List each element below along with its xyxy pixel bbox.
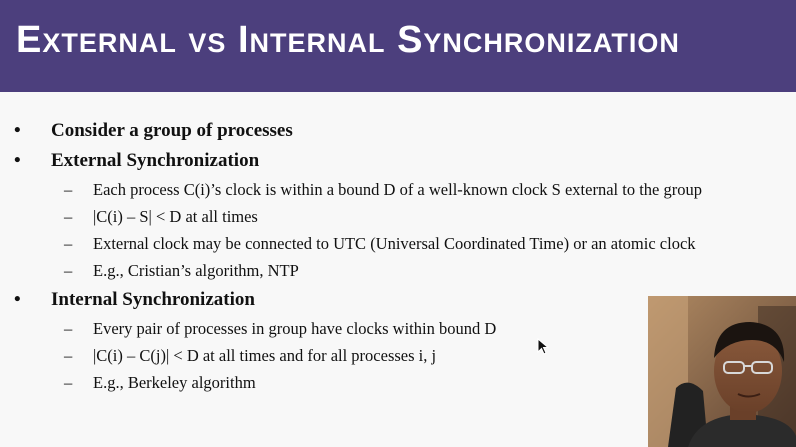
dash-marker: – [64,234,73,253]
slide: External vs Internal Synchronization • C… [0,0,796,447]
dash-marker: – [64,373,73,392]
presenter-image [648,296,796,447]
dash-marker: – [64,180,73,199]
dash-marker: – [64,207,73,226]
sub-item-text: |C(i) – S| < D at all times [93,207,258,226]
bullet-text: Internal Synchronization [51,289,255,310]
dash-marker: – [64,261,73,280]
dash-marker: – [64,346,73,365]
bullet-marker: • [14,120,21,141]
sub-item-text: Each process C(i)’s clock is within a bo… [93,180,702,199]
bullet-text: Consider a group of processes [51,120,293,141]
sub-item-text: Every pair of processes in group have cl… [93,319,497,338]
sub-item-text: E.g., Cristian’s algorithm, NTP [93,261,299,280]
bullet-marker: • [14,150,21,171]
mouse-cursor-icon [537,338,550,355]
slide-title: External vs Internal Synchronization [16,19,680,61]
bullet-text: External Synchronization [51,150,260,171]
bullet-marker: • [14,289,21,310]
title-bar: External vs Internal Synchronization [0,0,796,92]
dash-marker: – [64,319,73,338]
sub-item-text: |C(i) – C(j)| < D at all times and for a… [93,346,437,365]
presenter-webcam [648,296,796,447]
sub-item-text: External clock may be connected to UTC (… [93,234,696,253]
sub-item-text: E.g., Berkeley algorithm [93,373,256,392]
